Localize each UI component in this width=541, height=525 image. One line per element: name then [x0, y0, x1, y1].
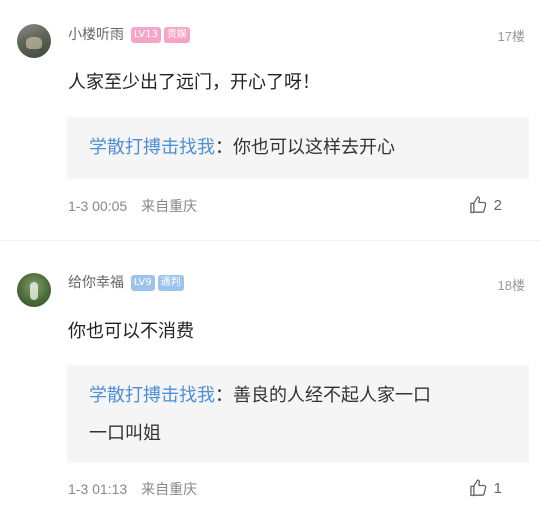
avatar-image	[26, 37, 42, 49]
quoted-author[interactable]: 学散打搏击找我	[89, 137, 215, 158]
username[interactable]: 给你幸福	[68, 274, 124, 290]
like-count: 1	[493, 479, 502, 497]
level-badge: LV9	[130, 275, 155, 291]
comment-time: 1-3 00:05	[68, 198, 128, 214]
quoted-author[interactable]: 学散打搏击找我	[89, 385, 215, 406]
avatar-image	[30, 282, 38, 300]
quoted-reply[interactable]: 学散打搏击找我：善良的人经不起人家一口 一口叫姐	[67, 365, 529, 463]
level-badge: LV13	[130, 27, 161, 43]
comment-meta: 1-3 00:05 来自重庆	[68, 196, 197, 216]
quoted-reply[interactable]: 学散打搏击找我：你也可以这样去开心	[67, 117, 529, 179]
quoted-text: 你也可以这样去开心	[233, 137, 395, 158]
comment-text: 人家至少出了远门，开心了呀！	[68, 72, 320, 93]
like-button[interactable]: 2	[468, 195, 502, 215]
quote-separator: ：	[215, 385, 233, 406]
username-row: 给你幸福 LV9 通判	[68, 272, 184, 292]
comment-meta: 1-3 01:13 来自重庆	[68, 479, 197, 499]
quoted-text-line2: 一口叫姐	[89, 423, 161, 444]
title-badge: 责娱	[163, 27, 190, 43]
quoted-text-line1: 善良的人经不起人家一口	[233, 385, 431, 406]
comment-time: 1-3 01:13	[68, 481, 128, 497]
floor-number: 18楼	[497, 278, 525, 293]
comment-item: 小楼听雨 LV13 责娱 17楼 人家至少出了远门，开心了呀！ 学散打搏击找我：你…	[0, 0, 541, 240]
avatar[interactable]	[17, 273, 51, 307]
username[interactable]: 小楼听雨	[68, 26, 124, 42]
like-count: 2	[493, 196, 502, 214]
comment-location: 来自重庆	[141, 481, 198, 497]
like-button[interactable]: 1	[468, 478, 502, 498]
title-badge: 通判	[157, 275, 184, 291]
comment-text: 你也可以不消费	[68, 321, 194, 342]
username-row: 小楼听雨 LV13 责娱	[68, 24, 190, 44]
floor-number: 17楼	[497, 29, 525, 44]
thumbs-up-icon	[469, 196, 486, 214]
comment-location: 来自重庆	[141, 198, 198, 214]
comment-item: 给你幸福 LV9 通判 18楼 你也可以不消费 学散打搏击找我：善良的人经不起人家…	[0, 240, 541, 525]
quote-separator: ：	[215, 137, 233, 158]
avatar[interactable]	[17, 24, 51, 58]
thumbs-up-icon	[469, 479, 486, 497]
